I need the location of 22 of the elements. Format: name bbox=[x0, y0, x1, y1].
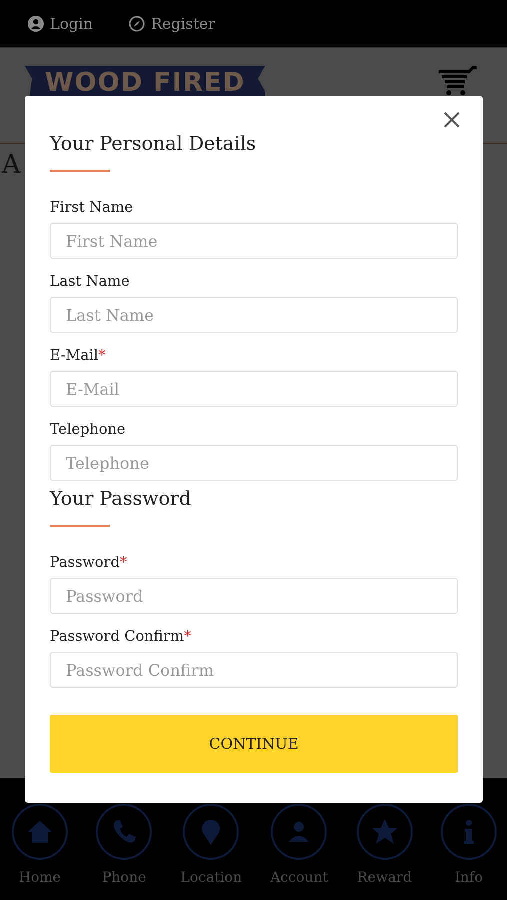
compass-icon bbox=[129, 16, 146, 32]
continue-button[interactable]: CONTINUE bbox=[50, 715, 458, 773]
field-label: First Name bbox=[50, 199, 134, 217]
star-icon bbox=[370, 817, 400, 847]
field-label: Password* bbox=[50, 554, 128, 572]
section-title: Your Personal Details bbox=[50, 132, 258, 156]
input-field[interactable]: First Name bbox=[50, 223, 458, 259]
field-label: Telephone bbox=[50, 421, 127, 439]
top-link[interactable]: Register bbox=[129, 14, 216, 32]
input-field[interactable]: Last Name bbox=[50, 297, 458, 333]
input-field[interactable]: E-Mail bbox=[50, 371, 458, 407]
field-label: E-Mail* bbox=[50, 347, 107, 365]
section-title: Your Password bbox=[50, 487, 192, 511]
field-label: Password Confirm* bbox=[50, 628, 192, 646]
top-link[interactable]: Login bbox=[28, 14, 94, 32]
page-heading: A bbox=[0, 150, 22, 180]
input-field[interactable]: Telephone bbox=[50, 445, 458, 481]
user-icon bbox=[28, 16, 44, 32]
input-field[interactable]: Password Confirm bbox=[50, 652, 458, 688]
field-label: Last Name bbox=[50, 273, 131, 291]
close-icon[interactable] bbox=[443, 111, 461, 129]
input-field[interactable]: Password bbox=[50, 578, 458, 614]
